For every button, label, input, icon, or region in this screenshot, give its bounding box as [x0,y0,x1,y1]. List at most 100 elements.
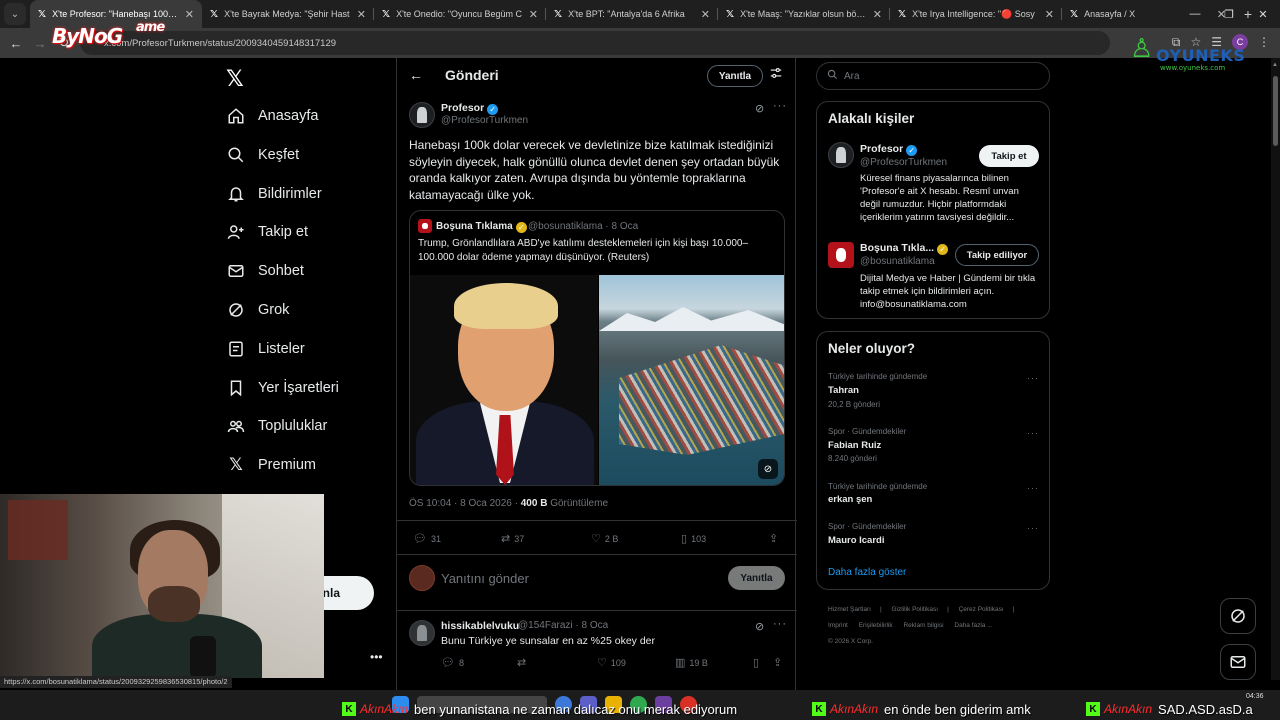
quote-author-name: Boşuna Tıklama ✓ [436,221,527,233]
trend-name[interactable]: Mauro Icardi [828,535,885,546]
person-handle[interactable]: @bosunatiklama [860,256,935,267]
trend-category: Spor · Gündemdekiler [828,522,907,531]
forward-icon[interactable]: → [28,36,52,51]
url-input[interactable]: x.com/ProfesorTurkmen/status/20093404591… [80,31,1110,55]
bookmark-action[interactable]: ▯ [753,656,763,669]
nav-item-follow[interactable]: Takip et [226,217,308,247]
trend-name[interactable]: Fabian Ruiz [828,440,881,451]
share-action[interactable]: ⇪ [773,656,786,669]
page-scrollbar[interactable]: ▲ [1271,58,1280,680]
back-icon[interactable]: ← [4,36,28,51]
minimize-icon[interactable]: — [1178,8,1212,20]
grok-icon[interactable]: ⊘ [755,102,764,115]
browser-tab[interactable]: 𝕏 X'te Maaş: "Yazıklar olsun böyle ✕ [718,0,890,28]
footer-link[interactable]: Daha fazla ... [954,622,992,629]
author-name[interactable]: Profesor ✓ [441,102,499,115]
footer-link[interactable]: Gizlilik Politikası [891,606,938,613]
reply-submit-button[interactable]: Yanıtla [728,566,785,590]
share-action[interactable]: ⇪ [769,532,782,545]
like-action[interactable]: ♡ 109 [597,656,626,669]
footer-link[interactable]: Çerez Politikası [959,606,1004,613]
close-icon[interactable]: ✕ [873,8,882,21]
bookmark-action[interactable]: ▯ 103 [681,532,706,545]
nav-item-explore[interactable]: Keşfet [226,140,299,170]
nav-item-grok[interactable]: Grok [226,295,289,325]
nav-item-lists[interactable]: Listeler [226,334,305,364]
search-input[interactable]: Ara [816,62,1050,90]
trump-photo[interactable] [410,275,598,485]
repost-action[interactable]: ⇄ 37 [501,532,524,545]
menu-icon[interactable]: ⋮ [1258,35,1270,49]
nav-item-premium[interactable]: 𝕏 Premium [226,450,316,480]
tab-title: X'te Profesor: "Hanebaşı 100k d [52,9,179,19]
back-arrow-icon[interactable]: ← [409,67,423,83]
like-action[interactable]: ♡ 2 B [591,532,618,545]
scroll-up-icon[interactable]: ▲ [1272,62,1278,68]
reply-pill-button[interactable]: Yanıtla [707,65,763,87]
browser-tab[interactable]: 𝕏 X'te Irya Intelligence: "🔴 Sosy ✕ [890,0,1062,28]
nav-item-bookmarks[interactable]: Yer İşaretleri [226,373,339,403]
nav-item-notifications[interactable]: Bildirimler [226,179,322,209]
account-menu-icon[interactable]: ••• [370,650,383,664]
reply-input[interactable]: Yanıtını gönder [441,571,529,586]
avatar[interactable] [409,620,435,646]
avatar[interactable] [409,102,435,128]
avatar[interactable] [828,142,854,168]
footer-link[interactable]: Imprint [828,622,848,629]
close-icon[interactable]: ✕ [185,8,194,21]
quoted-tweet[interactable]: Boşuna Tıklama ✓ @bosunatiklama · 8 Oca T… [409,210,785,486]
person-handle[interactable]: @ProfesorTurkmen [860,157,947,168]
reply-action[interactable]: 💬︎ 8 [441,656,464,669]
following-button[interactable]: Takip ediliyor [955,244,1039,266]
reply-action[interactable]: 💬︎ 31 [413,532,441,545]
x-favicon-icon: 𝕏 [554,8,563,20]
reply-author-handle[interactable]: @154Farazi · 8 Oca [518,620,608,631]
browser-tab[interactable]: 𝕏 X'te Bayrak Medya: "Şehir Hast ✕ [202,0,374,28]
close-icon[interactable]: ✕ [1045,8,1054,21]
avatar[interactable] [828,242,854,268]
greenland-photo[interactable]: ⊘ [599,275,784,485]
person-name[interactable]: Profesor ✓ [860,143,918,156]
logo-text: ByNoG [52,24,123,48]
more-icon[interactable]: ··· [773,100,787,112]
trend-name[interactable]: erkan şen [828,494,872,505]
trend-name[interactable]: Tahran [828,385,859,396]
taskbar-clock[interactable]: 04:36 [1246,692,1264,701]
more-icon[interactable]: ··· [1027,373,1039,383]
more-icon[interactable]: ··· [1027,523,1039,533]
close-icon[interactable]: ✕ [529,8,538,21]
reply-icon: 💬︎ [441,657,455,669]
more-icon[interactable]: ··· [773,618,787,630]
footer-link[interactable]: Erişilebilirlik [859,622,893,629]
grok-icon[interactable]: ⊘ [755,620,764,633]
more-icon[interactable]: ··· [1027,428,1039,438]
grok-image-icon[interactable]: ⊘ [758,459,778,479]
browser-tab[interactable]: 𝕏 X'te BPT: "Antalya'da 6 Afrika ✕ [546,0,718,28]
browser-tab[interactable]: 𝕏 X'te Onedio: "Oyuncu Begüm C ✕ [374,0,546,28]
footer-link[interactable]: Hizmet Şartları [828,606,871,613]
show-more-link[interactable]: Daha fazla göster [828,567,906,578]
nav-item-home[interactable]: Anasayfa [226,101,318,131]
status-url: https://x.com/bosunatiklama/status/20093… [0,676,232,688]
tab-search-button[interactable]: ⌄ [4,3,26,25]
more-icon[interactable]: ··· [1027,483,1039,493]
grok-fab-button[interactable] [1220,598,1256,634]
repost-action[interactable]: ⇄ [517,656,530,669]
footer-link[interactable]: Reklam bilgisi [903,622,943,629]
author-handle[interactable]: @ProfesorTurkmen [441,115,528,126]
nav-item-chat[interactable]: Sohbet [226,256,304,286]
reply-author-name[interactable]: hissikablelvuku [441,620,519,632]
nav-item-communities[interactable]: Topluluklar [226,411,327,441]
nav-label: Listeler [258,341,305,357]
follow-button[interactable]: Takip et [979,145,1039,167]
views-action[interactable]: ▥ 19 B [675,656,708,669]
close-window-icon[interactable]: ✕ [1246,8,1280,21]
close-icon[interactable]: ✕ [701,8,710,21]
close-icon[interactable]: ✕ [357,8,366,21]
tune-icon[interactable] [769,66,783,85]
person-name[interactable]: Boşuna Tıkla... ✓ [860,242,949,255]
x-logo-icon[interactable]: 𝕏 [226,66,244,92]
restore-icon[interactable]: ❐ [1212,8,1246,21]
scrollbar-thumb[interactable] [1273,76,1278,146]
messages-fab-button[interactable] [1220,644,1256,680]
